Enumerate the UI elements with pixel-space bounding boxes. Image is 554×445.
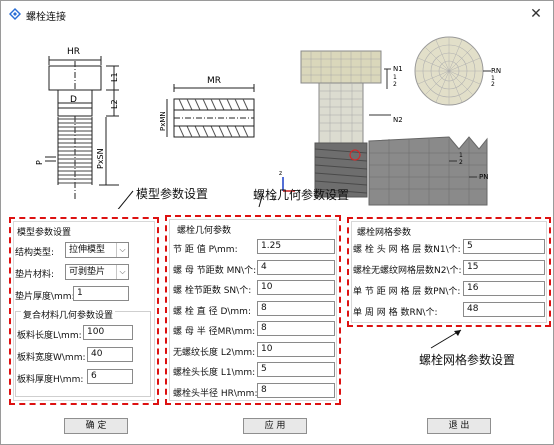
close-icon[interactable]: ✕ xyxy=(527,5,545,23)
structure-type-select[interactable]: 拉伸模型 ⌵ xyxy=(65,242,129,258)
model-params-title: 模型参数设置 xyxy=(17,228,72,238)
p-label: P xyxy=(35,160,44,165)
plate-height-label: 板料厚度H\mm: xyxy=(17,375,84,385)
structure-type-value: 拉伸模型 xyxy=(69,245,106,255)
axis-2-label-b: 2 xyxy=(491,81,495,88)
hr-label: HR xyxy=(67,47,80,57)
l1-label: L1 xyxy=(110,72,119,82)
geometry-params-group: 螺栓几何参数 节 距 值 P\mm: 1.25 螺 母 节距数 MN\个: 4 螺 栓节… xyxy=(165,215,341,405)
geometry-param-input[interactable]: 8 xyxy=(257,321,335,336)
bolt-schematics: HR L1 L2 D P PxSN MR PxMN N1 1 2 N2 RN 1… xyxy=(35,36,501,224)
bolt-figure-canvas: HR L1 L2 D P PxSN MR PxMN N1 1 2 N2 RN 1… xyxy=(9,29,547,224)
rn-label: RN xyxy=(491,67,501,75)
ok-button[interactable]: 确 定 xyxy=(64,418,128,434)
chevron-down-icon: ⌵ xyxy=(116,243,128,257)
geometry-param-label: 螺 母 节距数 MN\个: xyxy=(173,265,257,276)
annotation-mesh-params: 螺栓网格参数设置 xyxy=(419,353,516,367)
mr-label: MR xyxy=(207,76,221,86)
exit-button[interactable]: 退 出 xyxy=(427,418,491,434)
thread-mesh-detail xyxy=(368,136,488,206)
pxsn-label: PxSN xyxy=(96,148,105,169)
mesh-params-title: 螺栓网格参数 xyxy=(357,228,412,238)
geometry-param-input[interactable]: 4 xyxy=(257,259,335,275)
apply-button[interactable]: 应 用 xyxy=(243,418,307,434)
mesh-param-input[interactable]: 16 xyxy=(463,281,545,296)
pxmn-label: PxMN xyxy=(159,111,167,131)
n2-label: N2 xyxy=(393,116,403,124)
geometry-param-label: 螺栓头长度 L1\mm: xyxy=(173,368,256,378)
annotation-geometry-params: 螺栓几何参数设置 xyxy=(253,188,350,202)
axis-1-label: 1 xyxy=(393,74,397,81)
mesh-param-input[interactable]: 15 xyxy=(463,260,545,275)
gasket-material-label: 垫片材料: xyxy=(15,270,55,280)
composite-params-title: 复合材料几何参数设置 xyxy=(21,308,116,321)
bolt-schematic xyxy=(45,56,119,199)
chevron-down-icon: ⌵ xyxy=(116,265,128,279)
plate-width-input[interactable]: 40 xyxy=(87,347,133,362)
annotation-model-params: 模型参数设置 xyxy=(136,187,209,201)
circular-mesh xyxy=(414,36,491,106)
mesh-param-label: 单 节 距 网 格 层 数PN\个: xyxy=(353,287,461,297)
axis-1-label-c: 1 xyxy=(459,152,463,159)
plate-width-label: 板料宽度W\mm: xyxy=(17,353,86,363)
pn-label: PN xyxy=(479,173,488,181)
mesh-param-input[interactable]: 48 xyxy=(463,302,545,317)
geometry-params-title: 螺栓几何参数 xyxy=(177,226,232,236)
plate-length-label: 板料长度L\mm: xyxy=(17,331,82,341)
model-params-group: 模型参数设置 结构类型: 拉伸模型 ⌵ 垫片材料: 可剥垫片 ⌵ 垫片厚度\mm… xyxy=(9,217,159,405)
geometry-param-label: 螺 栓 直 径 D\mm: xyxy=(173,306,251,317)
geometry-param-input[interactable]: 1.25 xyxy=(257,239,335,254)
gasket-thickness-input[interactable]: 1 xyxy=(73,286,129,301)
geometry-param-label: 螺 母 半 径MR\mm: xyxy=(173,327,256,337)
bolt-connection-dialog: 螺栓连接 ✕ HR L1 L2 D P PxSN MR PxMN N1 1 2 … xyxy=(0,0,554,445)
geometry-param-input[interactable]: 8 xyxy=(257,300,335,316)
l2-label: L2 xyxy=(110,99,119,109)
geometry-param-label: 无螺纹长度 L2\mm: xyxy=(173,347,256,358)
mesh-param-label: 单 周 网 格 数RN\个: xyxy=(353,308,438,318)
plate-length-input[interactable]: 100 xyxy=(83,325,133,340)
geometry-param-label: 螺 栓节距数 SN\个: xyxy=(173,286,252,296)
gasket-material-value: 可剥垫片 xyxy=(69,267,106,277)
d-label: D xyxy=(70,95,77,105)
app-icon xyxy=(9,8,21,20)
geometry-param-input[interactable]: 10 xyxy=(257,280,335,295)
structure-type-label: 结构类型: xyxy=(15,248,55,258)
mesh-param-input[interactable]: 5 xyxy=(463,239,545,254)
geometry-param-input[interactable]: 5 xyxy=(257,362,335,377)
geometry-param-input[interactable]: 10 xyxy=(257,341,335,357)
axis-z-label: z xyxy=(279,170,282,177)
nut-schematic xyxy=(166,84,255,138)
gasket-thickness-label: 垫片厚度\mm: xyxy=(15,292,75,302)
axis-2-label: 2 xyxy=(393,81,397,88)
gasket-material-select[interactable]: 可剥垫片 ⌵ xyxy=(65,264,129,280)
window-title: 螺栓连接 xyxy=(26,12,66,23)
geometry-param-input[interactable]: 8 xyxy=(257,382,335,398)
n1-label: N1 xyxy=(393,65,403,73)
geometry-param-label: 螺栓头半径 HR\mm: xyxy=(173,388,258,399)
geometry-param-label: 节 距 值 P\mm: xyxy=(173,245,238,255)
axis-2-label-c: 2 xyxy=(459,159,463,166)
title-bar: 螺栓连接 ✕ xyxy=(1,1,553,27)
plate-height-input[interactable]: 6 xyxy=(87,369,133,384)
mesh-annotation-arrow xyxy=(430,329,462,349)
mesh-param-label: 螺 栓 头 网 格 层 数N1\个: xyxy=(353,245,461,255)
mesh-params-group: 螺栓网格参数 螺 栓 头 网 格 层 数N1\个: 5 螺栓无螺纹网格层数N2\个:… xyxy=(347,217,551,327)
mesh-param-label: 螺栓无螺纹网格层数N2\个: xyxy=(353,266,462,276)
